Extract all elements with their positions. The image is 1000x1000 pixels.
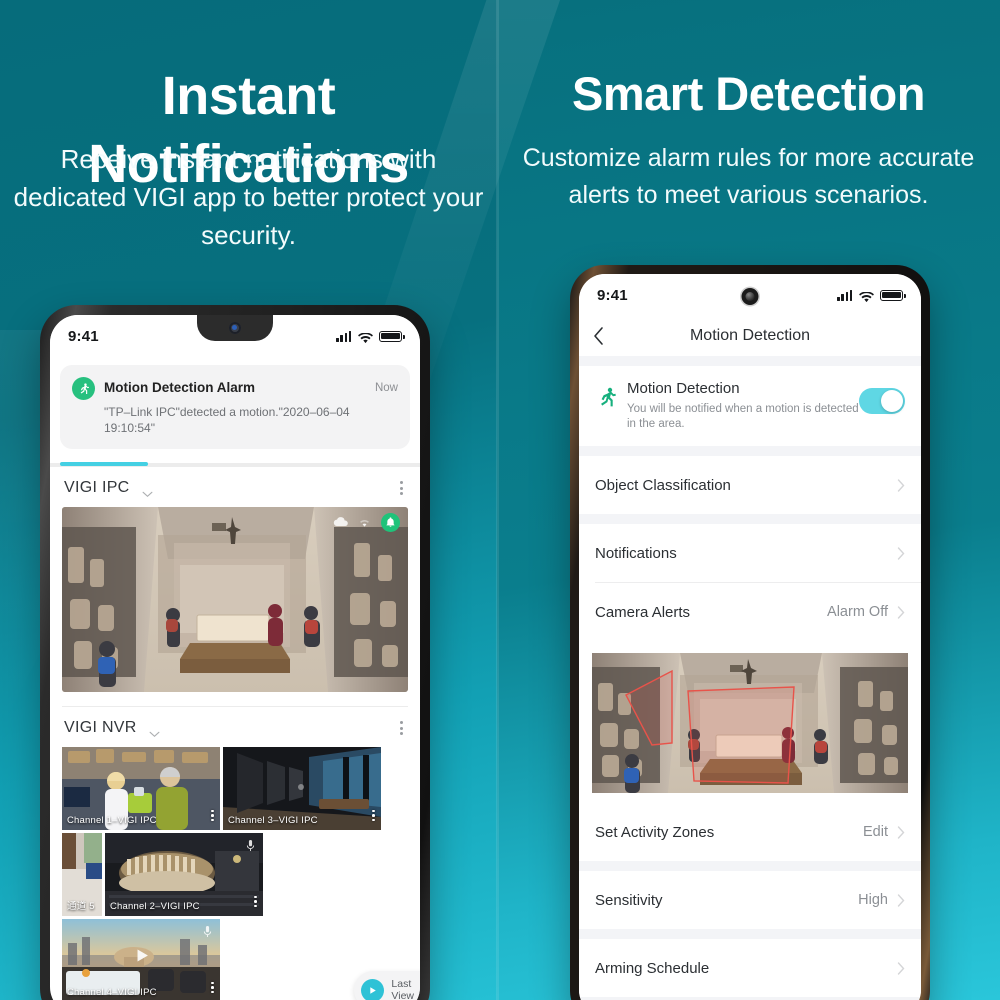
cellular-signal-icon xyxy=(336,330,352,342)
kebab-menu-icon[interactable] xyxy=(211,981,214,994)
kebab-menu-icon[interactable] xyxy=(397,718,406,738)
status-time: 9:41 xyxy=(68,327,99,345)
section-gap xyxy=(579,446,921,456)
microphone-icon[interactable] xyxy=(245,839,256,857)
nvr-channel-tile[interactable]: Channel 4–VIGI IPC xyxy=(62,919,220,1000)
last-view-line2: View xyxy=(391,990,414,1000)
chevron-right-icon xyxy=(897,478,905,492)
wifi-icon xyxy=(358,331,373,343)
play-icon[interactable] xyxy=(132,946,151,970)
motion-detection-block[interactable]: Motion Detection You will be notified wh… xyxy=(579,366,921,446)
row-sensitivity[interactable]: Sensitivity High xyxy=(579,871,921,929)
row-label: Set Activity Zones xyxy=(595,823,715,841)
chevron-right-icon xyxy=(897,961,905,975)
chevron-down-icon[interactable] xyxy=(149,725,160,737)
row-value: High xyxy=(858,892,888,908)
row-camera-alerts[interactable]: Camera Alerts Alarm Off xyxy=(579,583,921,641)
channel-label: 通道 5 xyxy=(67,901,95,913)
cellular-signal-icon xyxy=(837,289,853,301)
navigation-bar: Motion Detection xyxy=(579,316,921,356)
play-circle-icon xyxy=(361,978,385,1000)
punch-hole-camera-icon xyxy=(741,288,759,305)
chevron-right-icon xyxy=(897,546,905,560)
kebab-menu-icon[interactable] xyxy=(397,478,406,498)
bell-alert-icon[interactable] xyxy=(381,513,400,533)
feed-overlay-icons xyxy=(333,513,400,533)
page-title: Motion Detection xyxy=(689,327,811,344)
row-arming-schedule[interactable]: Arming Schedule xyxy=(579,939,921,997)
nvr-channel-tile-partial[interactable]: 通道 5 xyxy=(62,833,102,917)
kebab-menu-icon[interactable] xyxy=(211,809,214,822)
notification-time: Now xyxy=(374,382,398,394)
chevron-down-icon[interactable] xyxy=(142,485,153,497)
activity-zone-preview[interactable] xyxy=(592,653,908,793)
channel-label: Channel 1–VIGI IPC xyxy=(67,815,157,827)
status-time: 9:41 xyxy=(597,286,628,304)
motion-detection-title: Motion Detection xyxy=(627,380,740,397)
front-camera-icon xyxy=(229,322,241,334)
device-group-name: VIGI IPC xyxy=(64,479,130,497)
notification-area: Motion Detection Alarm Now "TP–Link IPC"… xyxy=(50,357,420,449)
wifi-weak-icon xyxy=(357,515,373,531)
phone-right-screen: 9:41 Motion Detection Motion Detection Y… xyxy=(579,274,921,1000)
panel-title-right: Smart Detection xyxy=(572,67,925,120)
row-label: Object Classification xyxy=(595,476,731,494)
motion-detection-description: You will be notified when a motion is de… xyxy=(627,403,859,430)
camera-feed-vigi-ipc[interactable] xyxy=(62,507,408,693)
activity-zone-polygons[interactable] xyxy=(592,653,908,793)
chevron-right-icon xyxy=(897,605,905,619)
tab-indicator-bar[interactable] xyxy=(50,462,420,467)
phone-left-screen: 9:41 Motion Detection Alarm Now "TP–Link… xyxy=(50,315,420,1000)
kebab-menu-icon[interactable] xyxy=(372,809,375,822)
device-group-name: VIGI NVR xyxy=(64,719,137,737)
promo-banner: Instant Notifications Receive instant no… xyxy=(0,0,1000,1000)
row-label: Sensitivity xyxy=(595,891,663,909)
wifi-icon xyxy=(859,290,874,302)
microphone-icon[interactable] xyxy=(202,925,213,943)
row-set-activity-zones[interactable]: Set Activity Zones Edit xyxy=(579,803,921,861)
museum-camera-image xyxy=(62,507,408,693)
motion-run-icon xyxy=(72,377,95,400)
nvr-channel-tile[interactable]: Channel 2–VIGI IPC xyxy=(105,833,263,917)
battery-full-icon xyxy=(880,289,906,301)
last-view-button[interactable]: Last View xyxy=(354,971,420,1000)
row-label: Camera Alerts xyxy=(595,603,691,621)
waterdrop-notch xyxy=(197,315,273,341)
notification-body: "TP–Link IPC"detected a motion."2020–06–… xyxy=(104,405,350,435)
channel-label: Channel 2–VIGI IPC xyxy=(110,901,200,913)
channel-label: Channel 4–VIGI IPC xyxy=(67,987,157,999)
last-view-line1: Last xyxy=(391,978,412,990)
nvr-channel-tile[interactable]: Channel 1–VIGI IPC xyxy=(62,747,220,831)
phone-left-device: 9:41 Motion Detection Alarm Now "TP–Link… xyxy=(40,305,430,1000)
kebab-menu-icon[interactable] xyxy=(254,895,257,908)
section-gap xyxy=(579,861,921,871)
row-value: Edit xyxy=(863,824,888,840)
section-gap xyxy=(579,514,921,524)
motion-run-icon xyxy=(595,386,621,415)
section-gap xyxy=(579,356,921,366)
chevron-right-icon xyxy=(897,825,905,839)
notification-card[interactable]: Motion Detection Alarm Now "TP–Link IPC"… xyxy=(60,365,410,449)
channel-label: Channel 3–VIGI IPC xyxy=(228,815,318,827)
battery-full-icon xyxy=(379,330,405,342)
chevron-right-icon xyxy=(897,893,905,907)
nvr-channel-grid: Channel 1–VIGI IPC Channel 3–VIGI IPC 通道… xyxy=(50,747,420,1000)
row-object-classification[interactable]: Object Classification xyxy=(579,456,921,514)
row-label: Notifications xyxy=(595,544,677,562)
notification-title: Motion Detection Alarm xyxy=(104,380,256,395)
nvr-channel-tile[interactable]: Channel 3–VIGI IPC xyxy=(223,747,381,831)
section-gap xyxy=(579,929,921,939)
cloud-icon xyxy=(333,515,349,531)
phone-right-device: 9:41 Motion Detection Motion Detection Y… xyxy=(570,265,930,1000)
panel-subtitle-right: Customize alarm rules for more accurate … xyxy=(522,144,975,209)
panel-subtitle-left: Receive instant notifications with dedic… xyxy=(13,144,484,250)
row-notifications[interactable]: Notifications xyxy=(579,524,921,582)
motion-detection-toggle[interactable] xyxy=(859,388,905,414)
device-group-vigi-ipc[interactable]: VIGI IPC xyxy=(50,467,420,508)
device-group-vigi-nvr[interactable]: VIGI NVR xyxy=(50,707,420,748)
row-value: Alarm Off xyxy=(827,604,888,620)
row-label: Arming Schedule xyxy=(595,959,710,977)
chevron-left-icon[interactable] xyxy=(593,326,605,346)
